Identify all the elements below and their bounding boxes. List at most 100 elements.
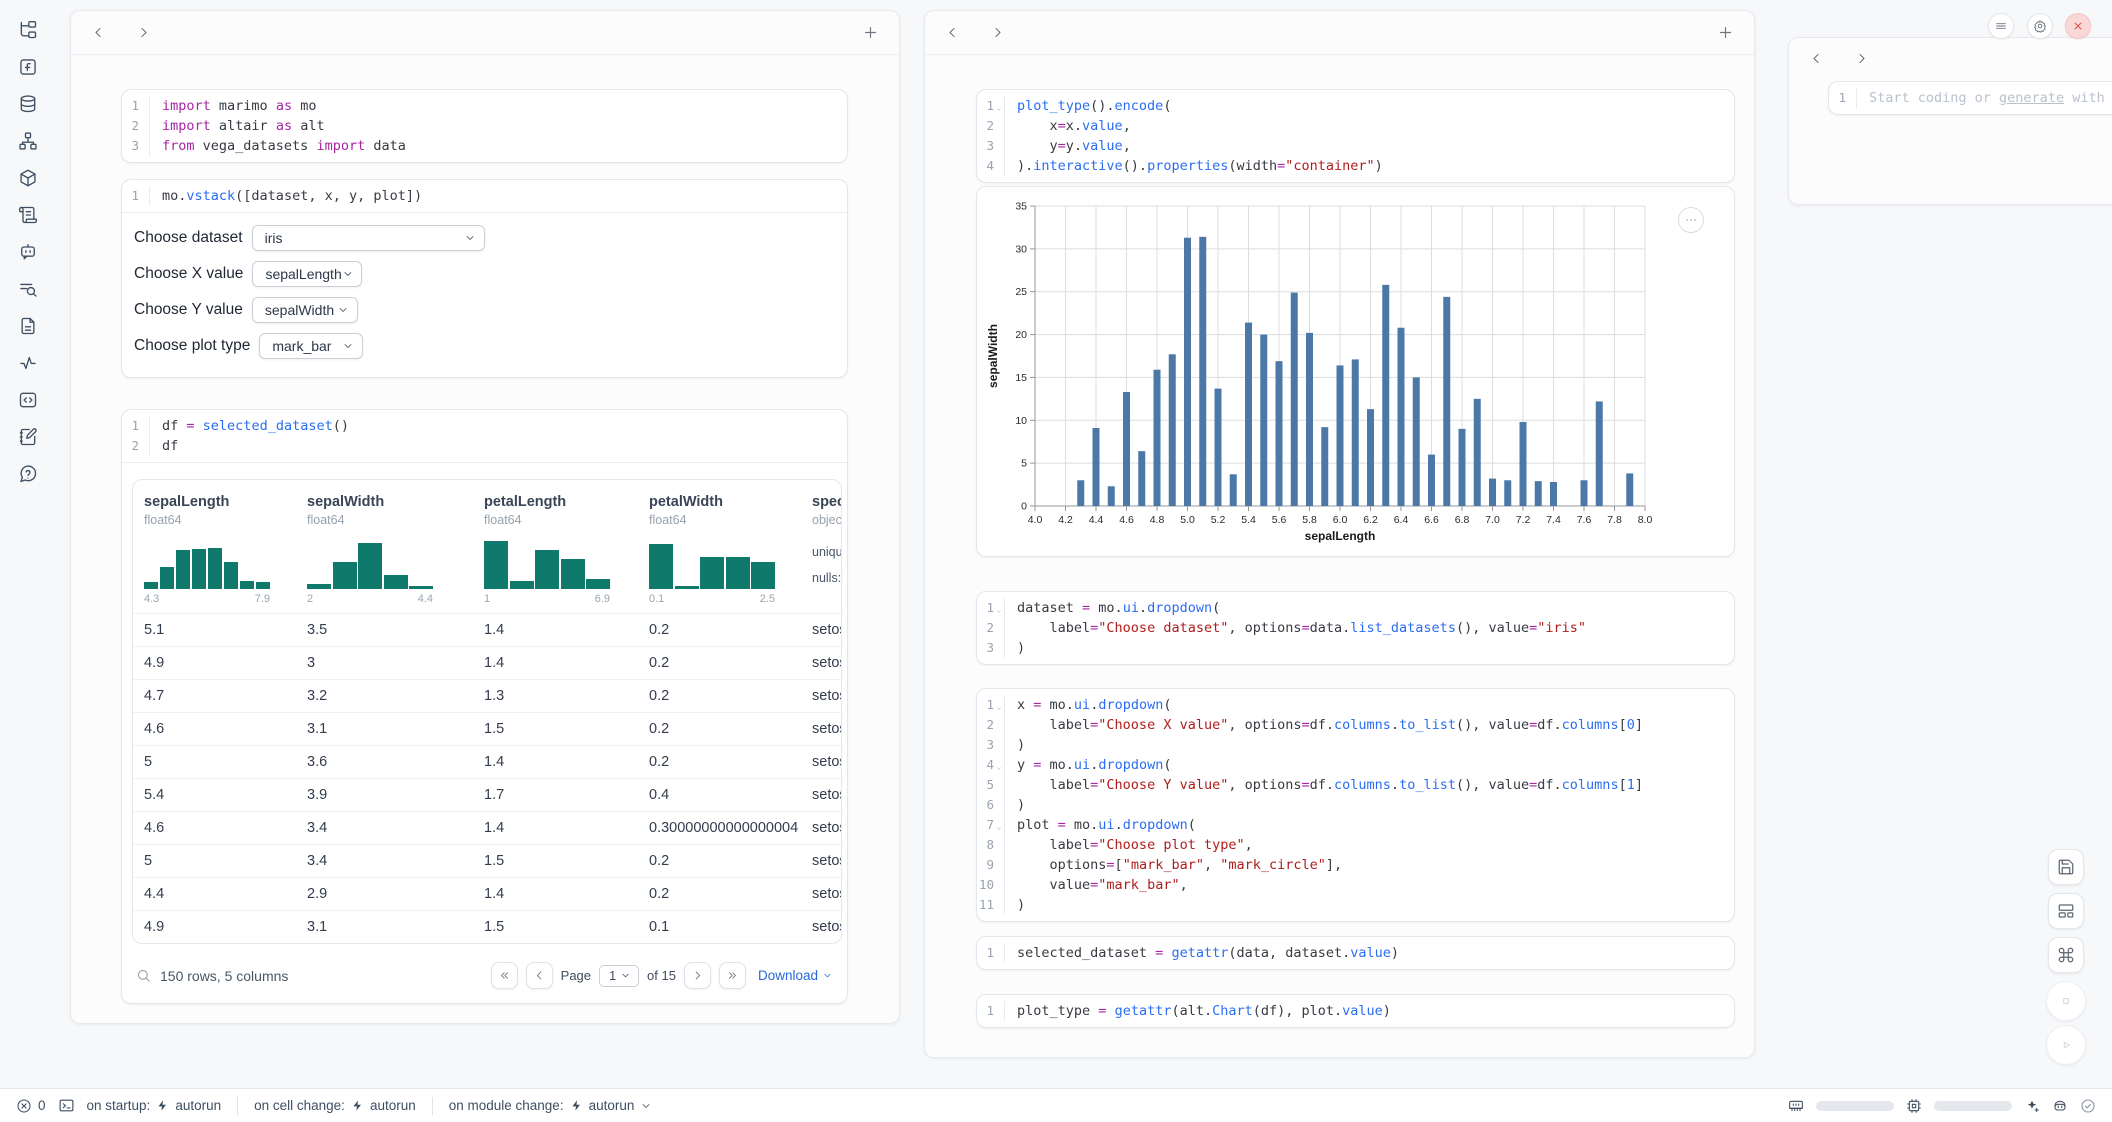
add-column-button[interactable] — [1717, 24, 1734, 41]
file-tree-icon[interactable] — [18, 20, 38, 40]
svg-text:sepalLength: sepalLength — [1305, 529, 1376, 543]
bar-chart[interactable]: 4.04.24.44.64.85.05.25.45.65.86.06.26.46… — [985, 188, 1685, 556]
add-column-button[interactable] — [862, 24, 879, 41]
database-icon[interactable] — [18, 94, 38, 114]
cell-dataframe[interactable]: 1df = selected_dataset()2df sepalLengthf… — [121, 409, 848, 1004]
code-block-icon[interactable] — [18, 390, 38, 410]
help-circle-icon[interactable] — [18, 464, 38, 484]
interrupt-button[interactable] — [2046, 981, 2086, 1021]
dropdown-choose-y-value[interactable]: sepalWidth — [252, 297, 358, 323]
chevron-down-icon — [337, 304, 349, 316]
svg-text:10: 10 — [1015, 415, 1027, 427]
table-row[interactable]: 4.63.41.40.30000000000000004setosa — [133, 811, 841, 844]
cell-empty-editor[interactable]: 1Start coding or generate with — [1828, 81, 2112, 115]
code-editor-dataset[interactable]: 1⌄dataset = mo.ui.dropdown(2 label="Choo… — [977, 592, 1734, 664]
table-row[interactable]: 4.42.91.40.2setosa — [133, 877, 841, 910]
on-module-change-setting[interactable]: on module change: autorun — [449, 1098, 653, 1113]
next-page-button[interactable] — [684, 962, 711, 989]
table-cell: 4.4 — [144, 886, 307, 902]
table-cell: 3.2 — [307, 688, 484, 704]
table-row[interactable]: 5.43.91.70.4setosa — [133, 778, 841, 811]
table-cell: setosa — [812, 721, 842, 737]
column-histogram — [649, 537, 775, 589]
settings-button[interactable] — [2027, 13, 2053, 39]
first-page-button[interactable] — [491, 962, 518, 989]
table-row[interactable]: 4.931.40.2setosa — [133, 646, 841, 679]
cell-plot-type[interactable]: 1plot_type = getattr(alt.Chart(df), plot… — [976, 994, 1735, 1028]
cell-chart-output: 4.04.24.44.64.85.05.25.45.65.86.06.26.46… — [976, 186, 1735, 557]
cell-selected-dataset[interactable]: 1selected_dataset = getattr(data, datase… — [976, 936, 1735, 970]
scroll-column-left-button[interactable] — [91, 25, 106, 40]
dropdown-choose-dataset[interactable]: iris — [252, 225, 485, 251]
file-text-icon[interactable] — [18, 316, 38, 336]
page-select[interactable]: 1 — [599, 965, 639, 987]
on-startup-setting[interactable]: on startup: autorun — [87, 1098, 222, 1113]
column-header-sepalWidth[interactable]: sepalWidthfloat6424.4 — [307, 494, 484, 605]
last-page-button[interactable] — [719, 962, 746, 989]
code-line: 11) — [977, 895, 1734, 915]
download-button[interactable]: Download — [758, 968, 833, 983]
list-search-icon[interactable] — [18, 279, 38, 299]
terminal-icon[interactable] — [58, 1097, 75, 1114]
function-square-icon[interactable] — [18, 57, 38, 77]
table-row[interactable]: 4.63.11.50.2setosa — [133, 712, 841, 745]
cell-xy-plot-dropdowns[interactable]: 1⌄x = mo.ui.dropdown(2 label="Choose X v… — [976, 688, 1735, 922]
column-header-sepalLength[interactable]: sepalLengthfloat644.37.9 — [144, 494, 307, 605]
notebook-pen-icon[interactable] — [18, 427, 38, 447]
scroll-column-left-button[interactable] — [1809, 51, 1824, 66]
layout-toggle-button[interactable] — [2048, 893, 2084, 929]
bot-message-icon[interactable] — [18, 242, 38, 262]
scroll-text-icon[interactable] — [18, 205, 38, 225]
save-button[interactable] — [2048, 849, 2084, 885]
table-row[interactable]: 4.73.21.30.2setosa — [133, 679, 841, 712]
run-button[interactable] — [2046, 1025, 2086, 1065]
scroll-column-right-button[interactable] — [136, 25, 151, 40]
code-editor-imports[interactable]: 1import marimo as mo2import altair as al… — [122, 90, 847, 162]
copilot-icon[interactable] — [2052, 1098, 2068, 1114]
table-row[interactable]: 53.41.50.2setosa — [133, 844, 841, 877]
column-header-petalWidth[interactable]: petalWidthfloat640.12.5 — [649, 494, 812, 605]
middle-notebook-column: 1⌄plot_type().encode(2 x=x.value,3 y=y.v… — [924, 10, 1755, 1058]
cell-plot[interactable]: 1⌄plot_type().encode(2 x=x.value,3 y=y.v… — [976, 89, 1735, 183]
connection-status-icon[interactable] — [2080, 1098, 2096, 1114]
cell-imports[interactable]: 1import marimo as mo2import altair as al… — [121, 89, 848, 163]
search-icon[interactable] — [136, 968, 151, 983]
on-cell-change-setting[interactable]: on cell change: autorun — [254, 1098, 416, 1113]
table-cell: 5 — [144, 853, 307, 869]
code-editor-xyplot[interactable]: 1⌄x = mo.ui.dropdown(2 label="Choose X v… — [977, 689, 1734, 921]
table-row[interactable]: 4.93.11.50.1setosa — [133, 910, 841, 943]
menu-button[interactable] — [1988, 13, 2014, 39]
activity-icon[interactable] — [18, 353, 38, 373]
right-notebook-column: 1Start coding or generate with — [1788, 37, 2112, 205]
keyboard-shortcuts-button[interactable] — [2048, 937, 2084, 973]
code-editor-plot-type[interactable]: 1plot_type = getattr(alt.Chart(df), plot… — [977, 995, 1734, 1027]
shutdown-button[interactable] — [2065, 13, 2091, 39]
code-editor-selected-dataset[interactable]: 1selected_dataset = getattr(data, datase… — [977, 937, 1734, 969]
dropdown-choose-plot-type[interactable]: mark_bar — [259, 333, 363, 359]
code-editor-vstack[interactable]: 1mo.vstack([dataset, x, y, plot]) — [122, 180, 847, 212]
ai-sparkles-icon[interactable] — [2024, 1098, 2040, 1114]
dropdown-choose-x-value[interactable]: sepalLength — [252, 261, 362, 287]
code-editor-plot[interactable]: 1⌄plot_type().encode(2 x=x.value,3 y=y.v… — [977, 90, 1734, 182]
cell-dataset-dropdown[interactable]: 1⌄dataset = mo.ui.dropdown(2 label="Choo… — [976, 591, 1735, 665]
table-cell: 3.1 — [307, 919, 484, 935]
sitemap-icon[interactable] — [18, 131, 38, 151]
table-cell: 1.4 — [484, 886, 649, 902]
column-header-species[interactable]: speciesobjectunique:nulls: — [812, 494, 842, 605]
package-icon[interactable] — [18, 168, 38, 188]
empty-code-editor[interactable]: 1Start coding or generate with — [1829, 82, 2112, 114]
table-cell: 4.9 — [144, 655, 307, 671]
scroll-column-right-button[interactable] — [990, 25, 1005, 40]
prev-page-button[interactable] — [526, 962, 553, 989]
error-count-indicator[interactable]: 0 — [16, 1098, 46, 1114]
column-header-petalLength[interactable]: petalLengthfloat6416.9 — [484, 494, 649, 605]
scroll-column-right-button[interactable] — [1854, 51, 1869, 66]
cell-vstack[interactable]: 1mo.vstack([dataset, x, y, plot]) Choose… — [121, 179, 848, 378]
chart-actions-button[interactable] — [1678, 207, 1704, 233]
code-editor-dataframe[interactable]: 1df = selected_dataset()2df — [122, 410, 847, 462]
download-label: Download — [758, 968, 818, 983]
scroll-column-left-button[interactable] — [945, 25, 960, 40]
table-cell: 1.7 — [484, 787, 649, 803]
table-row[interactable]: 5.13.51.40.2setosa — [133, 613, 841, 646]
table-row[interactable]: 53.61.40.2setosa — [133, 745, 841, 778]
